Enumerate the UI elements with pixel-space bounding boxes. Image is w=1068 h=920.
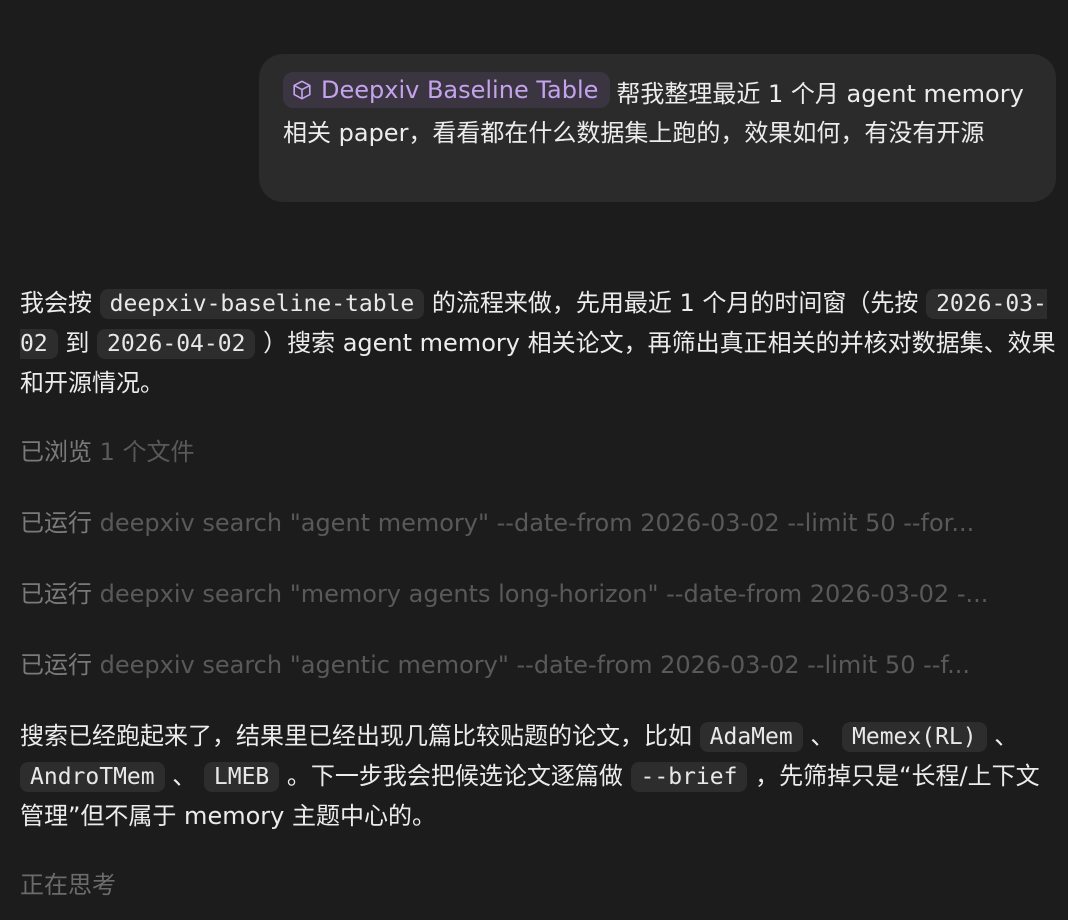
activity-detail: deepxiv search "memory agents long-horiz… bbox=[99, 580, 989, 608]
assistant-intro: 我会按 deepxiv-baseline-table 的流程来做，先用最近 1 … bbox=[20, 284, 1060, 403]
intro-text-2: 的流程来做，先用最近 1 个月的时间窗（先按 bbox=[424, 289, 927, 317]
followup-sep-3: 、 bbox=[164, 762, 204, 790]
cube-icon bbox=[293, 80, 311, 100]
skill-chip[interactable]: Deepxiv Baseline Table bbox=[283, 72, 611, 108]
followup-text-1: 搜索已经跑起来了，结果里已经出现几篇比较贴题的论文，比如 bbox=[20, 722, 700, 750]
inline-code-lmeb: LMEB bbox=[203, 762, 280, 792]
inline-code-date-to: 2026-04-02 bbox=[96, 329, 256, 359]
activity-label: 已浏览 bbox=[20, 438, 92, 466]
followup-text-2: 。下一步我会把候选论文逐篇做 bbox=[279, 762, 631, 790]
thinking-status: 正在思考 bbox=[20, 871, 116, 899]
activity-label: 已运行 bbox=[20, 651, 92, 679]
activity-item-run-2[interactable]: 已运行 deepxiv search "memory agents long-h… bbox=[20, 578, 1060, 610]
activity-item-run-3[interactable]: 已运行 deepxiv search "agentic memory" --da… bbox=[20, 649, 1060, 681]
activity-detail: deepxiv search "agentic memory" --date-f… bbox=[99, 651, 971, 679]
activity-detail: 1 个文件 bbox=[99, 438, 195, 466]
inline-code-adamem: AdaMem bbox=[699, 722, 803, 752]
user-message-bubble: Deepxiv Baseline Table 帮我整理最近 1 个月 agent… bbox=[259, 54, 1056, 202]
intro-text-3: 到 bbox=[57, 329, 97, 357]
intro-text-1: 我会按 bbox=[20, 289, 100, 317]
activity-detail: deepxiv search "agent memory" --date-fro… bbox=[99, 509, 975, 537]
activity-item-run-1[interactable]: 已运行 deepxiv search "agent memory" --date… bbox=[20, 507, 1060, 539]
activity-item-browsed[interactable]: 已浏览 1 个文件 bbox=[20, 436, 1060, 468]
followup-sep-1: 、 bbox=[802, 722, 842, 750]
followup-sep-2: 、 bbox=[986, 722, 1019, 750]
activity-label: 已运行 bbox=[20, 580, 92, 608]
inline-code-brief: --brief bbox=[630, 762, 748, 792]
inline-code-androtmem: AndroTMem bbox=[20, 762, 165, 792]
inline-code-memex: Memex(RL) bbox=[842, 722, 987, 752]
assistant-followup: 搜索已经跑起来了，结果里已经出现几篇比较贴题的论文，比如 AdaMem 、 Me… bbox=[20, 717, 1060, 836]
inline-code-skill: deepxiv-baseline-table bbox=[99, 289, 425, 319]
activity-label: 已运行 bbox=[20, 509, 92, 537]
skill-chip-label: Deepxiv Baseline Table bbox=[321, 76, 599, 104]
